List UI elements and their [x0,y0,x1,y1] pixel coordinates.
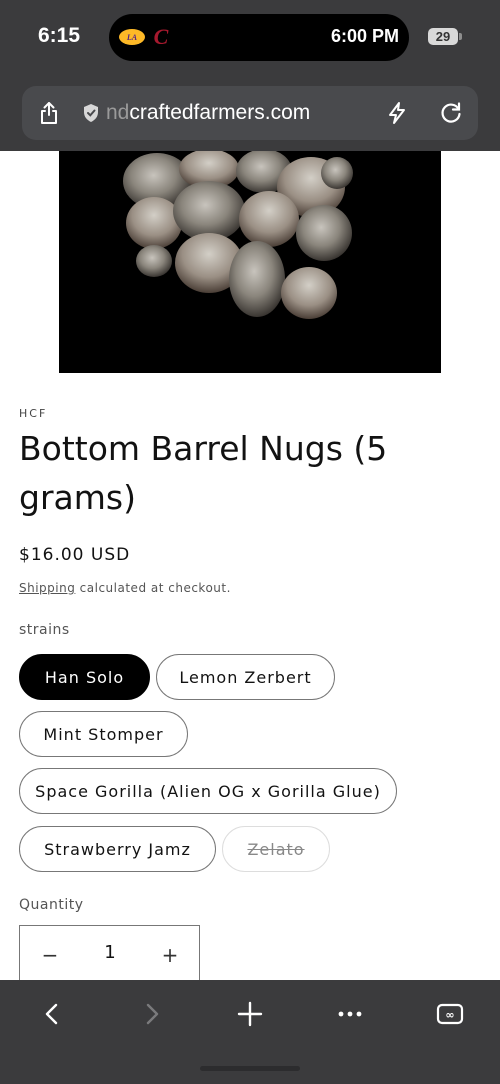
quantity-stepper: − 1 + [19,925,200,985]
tabs-count: ∞ [445,1009,454,1022]
variant-pill-han-solo[interactable]: Han Solo [19,654,150,700]
variant-label: strains [19,622,70,638]
forward-icon[interactable] [136,998,168,1030]
variant-pill-strawberry-jamz[interactable]: Strawberry Jamz [19,826,216,872]
live-activity-time: 6:00 PM [330,26,399,46]
quantity-increase-button[interactable]: + [155,940,185,970]
url-host-prefix: nd [106,101,130,124]
share-icon[interactable] [36,100,62,126]
product-vendor: HCF [19,407,48,420]
live-activity-logos: LA C [119,24,173,49]
shipping-note-text: calculated at checkout. [75,581,231,595]
variant-pill-zelato[interactable]: Zelato [222,826,330,872]
browser-top-chrome: 6:15 LA C 6:00 PM 29 ndcraftedfarmers.co… [0,0,500,151]
url-host-domain: craftedfarmers.com [129,101,311,124]
product-price: $16.00 USD [19,545,131,565]
back-icon[interactable] [36,998,68,1030]
url-bar[interactable]: ndcraftedfarmers.com [22,86,478,140]
reload-icon[interactable] [438,100,464,126]
shield-icon [80,102,102,124]
status-time: 6:15 [38,24,81,47]
variant-pill-mint-stomper[interactable]: Mint Stomper [19,711,188,757]
buds-photo [59,151,441,373]
cavaliers-logo-icon: C [153,24,169,49]
shipping-note: Shipping calculated at checkout. [19,581,231,595]
battery-indicator: 29 [428,28,462,45]
variant-pill-lemon-zerbert[interactable]: Lemon Zerbert [156,654,335,700]
product-title: Bottom Barrel Nugs (5 grams) [19,429,388,517]
quantity-label: Quantity [19,897,84,913]
tabs-icon[interactable]: ∞ [434,998,466,1030]
lightning-icon[interactable] [384,100,410,126]
variant-pill-space-gorilla[interactable]: Space Gorilla (Alien OG x Gorilla Glue) [19,768,397,814]
url-host[interactable]: ndcraftedfarmers.com [106,101,310,125]
dynamic-island[interactable]: LA C 6:00 PM [109,14,409,61]
quantity-input[interactable]: 1 [90,942,130,963]
home-indicator [200,1066,300,1071]
lakers-logo-icon: LA [119,29,145,45]
shipping-link[interactable]: Shipping [19,581,75,595]
product-image [59,151,441,373]
new-tab-icon[interactable] [234,998,266,1030]
more-icon[interactable] [334,998,366,1030]
quantity-decrease-button[interactable]: − [35,940,65,970]
browser-page: 6:15 LA C 6:00 PM 29 ndcraftedfarmers.co… [0,0,500,1084]
